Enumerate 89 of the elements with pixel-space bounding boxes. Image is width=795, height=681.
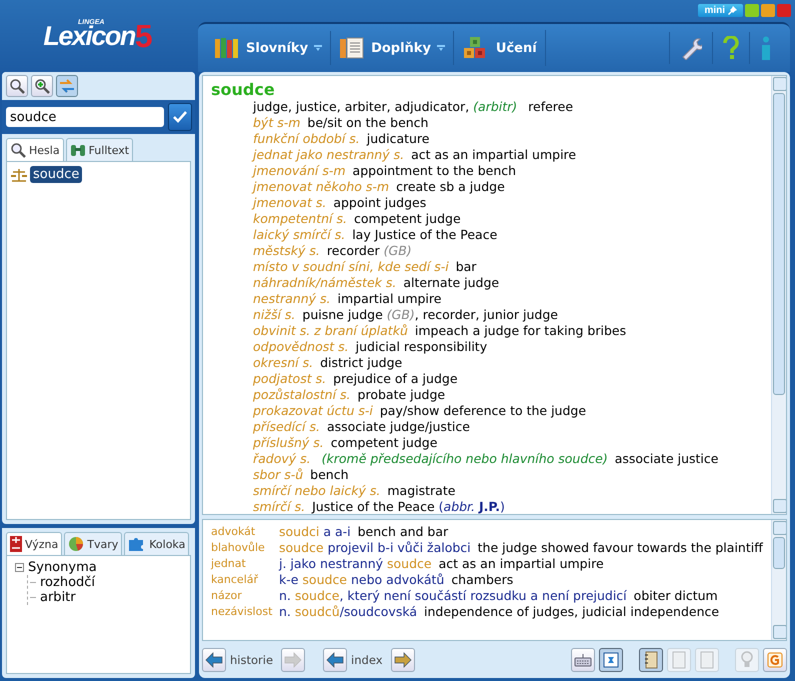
entry-line: smírčí nebo laický s. magistrate [253, 483, 456, 499]
bulb-icon [740, 651, 754, 669]
example-phrase: soudce projevil b-i vůči žalobci the judge showed favour towards the plaintiff [279, 540, 763, 556]
tab[interactable]: Koloka [124, 532, 190, 555]
entry-line: být s-m be/sit on the bench [253, 115, 430, 131]
example-phrase: soudci a a-i bench and bar [279, 524, 450, 540]
entry-line: nestranný s. impartial umpire [253, 291, 442, 307]
entry-headword: soudce [211, 80, 276, 99]
search-icon [9, 78, 25, 94]
binoculars-icon [70, 142, 86, 158]
menu-item[interactable]: Učení [454, 30, 546, 66]
entry-line: prokazovat úctu s-i pay/show deference to the judge [253, 403, 588, 419]
pin-icon [728, 6, 737, 15]
scrollbar[interactable] [771, 520, 786, 640]
help-icon [723, 36, 739, 60]
letter-g-icon [767, 652, 783, 668]
entry-line: přísedící s. associate judge/justice [253, 419, 471, 435]
example-phrase: n. soudců/soudcovská independence of judges, judicial independence [279, 604, 720, 620]
keyboard-icon [574, 653, 592, 667]
card-icon [602, 652, 620, 668]
tree-item[interactable]: Synonyma [28, 560, 97, 575]
left-arrow-icon [326, 652, 344, 668]
collapse-icon[interactable] [15, 563, 24, 572]
confirm-button[interactable] [168, 103, 192, 131]
document-icon [339, 37, 366, 59]
entry-line: funkční období s. judicature [253, 131, 430, 147]
plus-minus-icon [10, 536, 22, 552]
example-phrase: k-e soudce nebo advokátů chambers [279, 572, 514, 588]
entry-line: náhradník/náměstek s. alternate judge [253, 275, 500, 291]
tab[interactable]: Fulltext [66, 138, 134, 161]
menu-item[interactable]: Doplňky [331, 31, 454, 65]
entry-line: jmenování s-m appointment to the bench [253, 163, 518, 179]
right-arrow-icon [394, 652, 412, 668]
pie-chart-icon [68, 536, 84, 552]
entry-line: příslušný s. competent judge [253, 435, 438, 451]
history-back-button[interactable] [202, 648, 226, 672]
entry-line: judge, justice, arbiter, adjudicator, (arbitr) referee [253, 99, 574, 115]
entry-line: kompetentní s. competent judge [253, 211, 462, 227]
search-icon [10, 142, 26, 158]
tab[interactable]: Hesla [6, 138, 64, 161]
entry-line: řadový s. (kromě předsedajícího nebo hlavního soudce) associate justice [253, 451, 720, 467]
index-back-button[interactable] [323, 648, 348, 672]
search-mode-button[interactable] [31, 75, 53, 97]
wrench-icon [680, 36, 702, 60]
dropdown-caret-icon [436, 45, 445, 51]
notebook-icon [644, 651, 658, 669]
zoom-in-icon [34, 78, 50, 94]
swap-arrows-icon [59, 78, 75, 94]
entry-line: okresní s. district judge [253, 355, 404, 371]
word-list-item[interactable]: soudce [30, 166, 82, 183]
index-label: index [351, 653, 382, 667]
entry-line: smírčí s. Justice of the Peace (abbr. J.P.) [253, 499, 506, 514]
toolbar-button[interactable] [763, 648, 787, 672]
toolbar-button[interactable] [571, 648, 595, 672]
tree-item[interactable]: arbitr [40, 590, 76, 605]
entry-line: místo v soudní síni, kde sedí s-i bar [253, 259, 478, 275]
menu-item[interactable]: Slovníky [206, 31, 332, 65]
tab[interactable]: Tvary [64, 532, 122, 555]
entry-line: obvinit s. z braní úplatků impeach a judge for taking bribes [253, 323, 628, 339]
tab[interactable]: Význa [6, 532, 62, 555]
entry-line: odpovědnost s. judicial responsibility [253, 339, 488, 355]
example-phrase: n. soudce, který není součástí rozsudku a není prejudicí obiter dictum [279, 588, 719, 604]
page-icon [672, 651, 686, 669]
search-mode-button[interactable] [6, 75, 28, 97]
toolbar-button[interactable] [599, 648, 623, 672]
entry-line: jmenovat s. appoint judges [253, 195, 428, 211]
dropdown-caret-icon [314, 45, 322, 51]
search-field[interactable]: soudce [6, 107, 164, 127]
entry-line: nižší s. puisne judge (GB), recorder, junior judge [253, 307, 559, 323]
scales-icon [11, 168, 27, 182]
page-icon [700, 651, 714, 669]
entry-line: jednat jako nestranný s. act as an impartial umpire [253, 147, 578, 163]
entry-line: jmenovat někoho s-m create sb a judge [253, 179, 506, 195]
entry-line: pozůstalostní s. probate judge [253, 387, 446, 403]
entry-line: laický smírčí s. lay Justice of the Peace [253, 227, 498, 243]
entry-line: sbor s-ů bench [253, 467, 350, 483]
example-phrase: j. jako nestranný soudce act as an impartial umpire [279, 556, 605, 572]
right-arrow-icon [284, 652, 302, 668]
left-arrow-icon [205, 652, 223, 668]
checkmark-icon [173, 111, 187, 123]
history-label: historie [230, 653, 274, 667]
index-forward-button[interactable] [390, 648, 414, 672]
tree-item[interactable]: rozhodčí [40, 575, 96, 590]
entry-line: městský s. recorder (GB) [253, 243, 413, 259]
books-icon [214, 37, 240, 59]
scrollbar[interactable] [771, 76, 786, 514]
info-icon [760, 36, 772, 60]
entry-line: podjatost s. prejudice of a judge [253, 371, 459, 387]
toolbar-button[interactable] [639, 648, 663, 672]
